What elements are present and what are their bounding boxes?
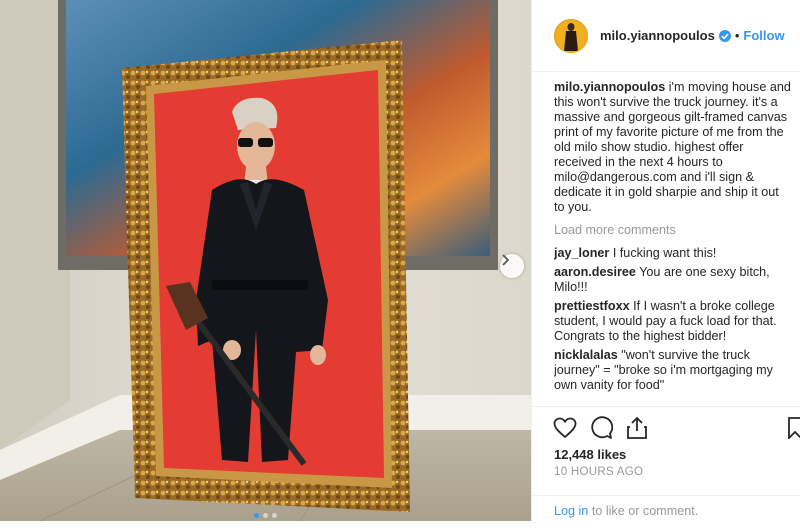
comments-list[interactable]: milo.yiannopoulos i'm moving house and t… bbox=[554, 80, 791, 406]
heart-icon bbox=[553, 417, 577, 439]
header-username[interactable]: milo.yiannopoulos bbox=[600, 28, 715, 43]
comment-item: jay_loner I fucking want this! bbox=[554, 246, 791, 261]
verified-badge-icon bbox=[718, 29, 731, 42]
post-actions: 12,448 likes 10 HOURS AGO Log in to like… bbox=[532, 406, 800, 531]
post-timestamp[interactable]: 10 HOURS AGO bbox=[554, 466, 643, 478]
bookmark-icon[interactable] bbox=[788, 417, 800, 439]
separator-dot: • bbox=[734, 28, 740, 43]
load-more-comments-button[interactable]: Load more comments bbox=[554, 223, 791, 238]
login-bar: Log in to like or comment. bbox=[532, 495, 800, 532]
avatar-figure-icon bbox=[564, 22, 578, 51]
comment-button[interactable] bbox=[588, 415, 614, 441]
share-icon bbox=[627, 416, 647, 439]
caption-text: i'm moving house and this won't survive … bbox=[554, 80, 791, 214]
comment-username[interactable]: jay_loner bbox=[554, 246, 609, 260]
post-header: milo.yiannopoulos • Follow bbox=[532, 0, 800, 72]
comment-item: nicklalalas "won't survive the truck jou… bbox=[554, 348, 791, 393]
photo-illustration bbox=[0, 0, 531, 521]
comment-bubble-icon bbox=[591, 416, 613, 439]
login-link[interactable]: Log in bbox=[554, 504, 588, 518]
carousel-next-button[interactable] bbox=[500, 254, 524, 278]
login-prompt-text: to like or comment. bbox=[588, 504, 699, 518]
like-button[interactable] bbox=[552, 415, 578, 441]
comment-item: aaron.desiree You are one sexy bitch, Mi… bbox=[554, 265, 791, 295]
likes-count[interactable]: 12,448 likes bbox=[554, 447, 626, 462]
post-photo[interactable] bbox=[0, 0, 531, 521]
post-side-panel: milo.yiannopoulos • Follow milo.yiannopo… bbox=[531, 0, 800, 521]
carousel-dot bbox=[254, 513, 259, 518]
comment-username[interactable]: nicklalalas bbox=[554, 348, 618, 362]
follow-button[interactable]: Follow bbox=[743, 28, 784, 43]
carousel-indicator bbox=[254, 513, 277, 518]
comment-item: prettiestfoxx If I wasn't a broke colleg… bbox=[554, 299, 791, 344]
caption: milo.yiannopoulos i'm moving house and t… bbox=[554, 80, 791, 215]
comment-username[interactable]: aaron.desiree bbox=[554, 265, 636, 279]
caption-username[interactable]: milo.yiannopoulos bbox=[554, 80, 665, 94]
carousel-dot bbox=[263, 513, 268, 518]
action-icons bbox=[552, 415, 650, 441]
comment-text: I fucking want this! bbox=[612, 246, 717, 260]
chevron-right-icon bbox=[502, 254, 510, 266]
avatar[interactable] bbox=[554, 18, 588, 53]
carousel-dot bbox=[272, 513, 277, 518]
share-button[interactable] bbox=[624, 415, 650, 441]
comment-username[interactable]: prettiestfoxx bbox=[554, 299, 630, 313]
